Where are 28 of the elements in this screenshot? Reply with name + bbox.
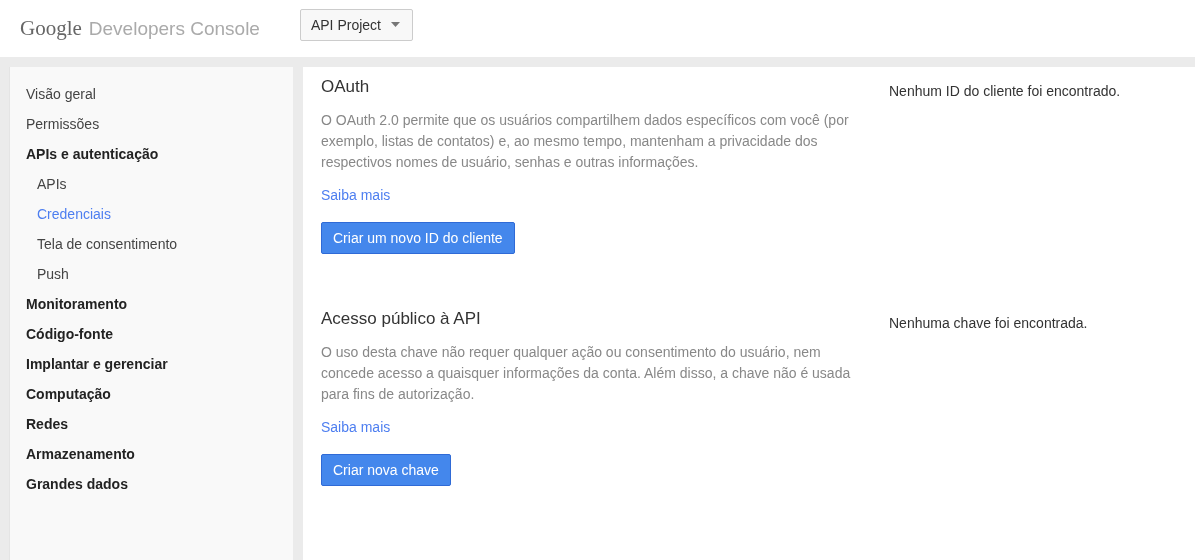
- sidebar-item[interactable]: Permissões: [10, 109, 100, 139]
- learn-more-link[interactable]: Saiba mais: [321, 187, 391, 203]
- sidebar-item[interactable]: Redes: [10, 409, 69, 439]
- create-button[interactable]: Criar nova chave: [321, 454, 451, 486]
- sidebar-item[interactable]: Armazenamento: [10, 439, 135, 469]
- section-title: Acesso público à API: [321, 309, 482, 329]
- section-description: O OAuth 2.0 permite que os usuários compartilhem dados específicos com você (por exemplo, listas de contatos) e, ao mesmo tempo, mantenham a privacidade dos respectivos nomes de usuário, senhas e outras informações.: [321, 111, 850, 172]
- sidebar-item[interactable]: APIs: [10, 169, 67, 199]
- logo-brand: Google: [20, 16, 82, 41]
- section-title: OAuth: [321, 77, 371, 97]
- sidebar-item[interactable]: Push: [10, 259, 69, 289]
- learn-more-link[interactable]: Saiba mais: [321, 419, 391, 435]
- sidebar-item[interactable]: APIs e autenticação: [10, 139, 159, 169]
- sidebar-item[interactable]: Tela de consentimento: [10, 229, 178, 259]
- sidebar-item[interactable]: Computação: [10, 379, 111, 409]
- sidebar-item[interactable]: Grandes dados: [10, 469, 128, 499]
- sidebar-item[interactable]: Visão geral: [10, 79, 96, 109]
- caret-icon: [390, 22, 400, 27]
- section-description: O uso desta chave não requer qualquer ação ou consentimento do usuário, nem concede acesso a quaisquer informações da conta. Além disso, a chave não é usada para fins de autorização.: [321, 343, 852, 404]
- create-button[interactable]: Criar um novo ID do cliente: [321, 222, 515, 254]
- sidebar-item[interactable]: Implantar e gerenciar: [10, 349, 168, 379]
- sidebar-item[interactable]: Credenciais: [10, 199, 111, 229]
- sidebar-item[interactable]: Monitoramento: [10, 289, 128, 319]
- sidebar-item[interactable]: Código-fonte: [10, 319, 114, 349]
- empty-status: Nenhum ID do cliente foi encontrado.: [889, 82, 1122, 99]
- empty-status: Nenhuma chave foi encontrada.: [889, 314, 1089, 331]
- logo-product: Developers Console: [88, 17, 260, 40]
- project-selector[interactable]: API Project: [299, 8, 413, 41]
